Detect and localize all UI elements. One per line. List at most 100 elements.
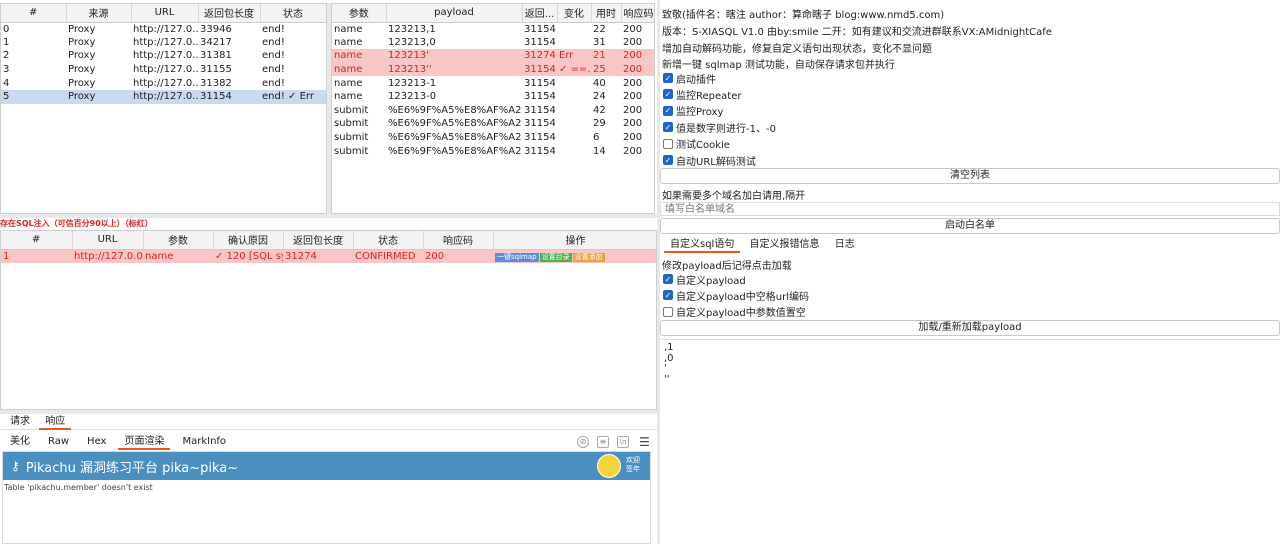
table-cell: 31 <box>593 36 606 48</box>
checkbox-checked-icon[interactable]: ✓ <box>663 122 673 133</box>
vuln-notice: 存在SQL注入（可信百分90以上）（标红） <box>0 219 153 228</box>
tab-custom-error[interactable]: 自定义报错信息 <box>744 237 826 253</box>
table-cell: 31154 <box>524 23 556 35</box>
menu-icon[interactable]: ☰ <box>639 435 650 449</box>
custom-checkbox-2[interactable]: 自定义payload中参数值置空 <box>663 305 806 319</box>
tab-response[interactable]: 响应 <box>39 414 72 430</box>
table-cell: 200 <box>623 145 643 157</box>
table-cell: 31381 <box>200 50 232 62</box>
table-row[interactable]: submit %E6%9F%A5%E8%AF%A2,1 31154 42 200 <box>332 104 654 118</box>
table-cell: submit <box>334 118 369 130</box>
table-cell: 34217 <box>200 36 232 48</box>
table-cell: end! <box>262 50 285 62</box>
tab-raw[interactable]: Raw <box>42 434 75 450</box>
table-cell: 200 <box>623 36 643 48</box>
col-header: # <box>1 4 67 23</box>
table-row[interactable]: name 123213-1 31154 40 200 <box>332 76 654 90</box>
tab-pretty[interactable]: 美化 <box>4 434 36 450</box>
table-cell: %E6%9F%A5%E8%AF%A2,1 <box>388 104 522 116</box>
table-row[interactable]: name 123213,1 31154 22 200 <box>332 22 654 36</box>
col-header: 响应码 <box>423 231 494 250</box>
tab-markinfo[interactable]: MarkInfo <box>176 434 232 450</box>
whitelist-input[interactable] <box>660 202 1280 216</box>
table-row[interactable]: 1http://127.0.0....name✓ 120 [SQL sy...3… <box>1 249 656 263</box>
table-row[interactable]: submit %E6%9F%A5%E8%AF%A2' 31154 6 200 <box>332 131 654 145</box>
table-row[interactable]: name123213''31154✓ ==...25200 <box>332 62 654 77</box>
key-icon: ⚷ <box>11 459 20 473</box>
table-row[interactable]: name 123213' 31274 Err 21 200 <box>332 49 654 63</box>
table-cell: 200 <box>623 132 643 144</box>
table-cell: http://127.0... <box>133 23 198 35</box>
info-line-2: 版本：S-XIASQL V1.0 由by:smile 二开：如有建议和交流进群联… <box>662 27 1052 38</box>
table-cell: 123213,1 <box>388 23 436 35</box>
payload-editor[interactable]: ,1,0 ' '' <box>660 339 1280 544</box>
table-cell: 123213-1 <box>388 77 437 89</box>
set-add-button[interactable]: 设置添加 <box>572 252 605 262</box>
checkbox-checked-icon[interactable]: ✓ <box>663 290 673 301</box>
table-cell: name <box>334 23 363 35</box>
checkbox-checked-icon[interactable]: ✓ <box>663 89 673 100</box>
table-row[interactable]: name 123213-0 31154 24 200 <box>332 90 654 104</box>
option-checkbox-1[interactable]: ✓ 监控Repeater <box>663 87 741 102</box>
table-cell: Proxy <box>68 36 96 48</box>
checkbox-empty-icon[interactable] <box>663 306 673 317</box>
option-checkbox-5[interactable]: ✓ 自动URL解码测试 <box>663 153 756 168</box>
option-checkbox-4[interactable]: 测试Cookie <box>663 137 730 151</box>
checkbox-checked-icon[interactable]: ✓ <box>663 155 673 165</box>
table-cell <box>557 22 591 36</box>
checkbox-empty-icon[interactable] <box>663 138 673 149</box>
table-row[interactable]: 0 Proxy http://127.0... 33946 end! <box>1 22 326 36</box>
table-cell: submit <box>334 145 369 157</box>
sqlmap-button[interactable]: 一键sqlmap <box>495 252 539 262</box>
table-cell: http://127.0... <box>133 64 198 76</box>
table-row[interactable]: 5 Proxy http://127.0... 31154 end! ✓ Err <box>1 89 326 104</box>
custom-checkbox-1[interactable]: ✓ 自定义payload中空格url编码 <box>663 288 809 303</box>
tab-custom-sql[interactable]: 自定义sql语句 <box>664 237 741 253</box>
table-cell: %E6%9F%A5%E8%AF%A2' <box>388 132 522 144</box>
wrap-icon[interactable]: ≡ <box>597 436 609 448</box>
option-checkbox-2[interactable]: ✓ 监控Proxy <box>663 104 723 118</box>
checkbox-label: 监控Proxy <box>676 107 724 119</box>
table-cell <box>557 76 591 90</box>
table-row[interactable]: name 123213,0 31154 31 200 <box>332 36 654 50</box>
table-row[interactable]: 3 Proxy http://127.0... 31155 end! <box>1 63 326 77</box>
option-checkbox-0[interactable]: ✓ 启动插件 <box>663 71 716 86</box>
custom-tabs: 自定义sql语句 自定义报错信息 日志 <box>664 237 861 253</box>
table-cell: 123213'' <box>386 62 522 77</box>
checkbox-checked-icon[interactable]: ✓ <box>663 73 673 83</box>
col-header: 状态 <box>260 4 326 23</box>
table-cell: 0 <box>3 23 10 35</box>
table-row[interactable]: 4 Proxy http://127.0... 31382 end! <box>1 76 326 90</box>
payload-line: ,0 <box>664 352 674 364</box>
clear-list-button[interactable]: 清空列表 <box>660 168 1280 184</box>
checkbox-label: 测试Cookie <box>676 140 730 152</box>
table-row[interactable]: 1 Proxy http://127.0... 34217 end! <box>1 36 326 50</box>
table-cell: 31154 <box>524 104 556 116</box>
table-cell: 200 <box>623 104 643 116</box>
start-whitelist-button[interactable]: 启动白名单 <box>660 218 1280 234</box>
table-cell: 31154 <box>524 132 556 144</box>
hide-icon[interactable]: ⊘ <box>577 436 589 448</box>
checkbox-checked-icon[interactable]: ✓ <box>663 105 673 116</box>
table-cell <box>557 117 591 131</box>
checkbox-label: 启动插件 <box>676 74 716 86</box>
table-cell: 29 <box>593 118 606 130</box>
tab-hex[interactable]: Hex <box>81 434 112 450</box>
table-cell: name <box>332 49 386 63</box>
tab-log[interactable]: 日志 <box>829 237 861 253</box>
set-dir-button[interactable]: 设置目录 <box>539 252 572 262</box>
checkbox-checked-icon[interactable]: ✓ <box>663 274 673 284</box>
custom-checkbox-0[interactable]: ✓ 自定义payload <box>663 272 746 287</box>
checkbox-label: 值是数字则进行-1、-0 <box>676 123 776 135</box>
newline-icon[interactable]: \n <box>617 436 629 448</box>
reload-payload-button[interactable]: 加载/重新加载payload <box>660 320 1280 336</box>
table-cell: 31154 <box>524 91 556 103</box>
table-row[interactable]: submit %E6%9F%A5%E8%AF%A2'' 31154 14 200 <box>332 144 654 158</box>
table-row[interactable]: 2 Proxy http://127.0... 31381 end! <box>1 49 326 63</box>
option-checkbox-3[interactable]: ✓ 值是数字则进行-1、-0 <box>663 120 776 135</box>
table-row[interactable]: submit %E6%9F%A5%E8%AF%A2,0 31154 29 200 <box>332 117 654 131</box>
rendered-page: ⚷ Pikachu 漏洞练习平台 pika~pika~ 欢迎 签年 Table … <box>2 451 651 544</box>
tab-request[interactable]: 请求 <box>4 414 36 430</box>
tab-render[interactable]: 页面渲染 <box>118 434 171 450</box>
request-list-pane: # 来源 URL 返回包长度 状态 0 Proxy http://127.0... 33946… <box>0 3 327 214</box>
